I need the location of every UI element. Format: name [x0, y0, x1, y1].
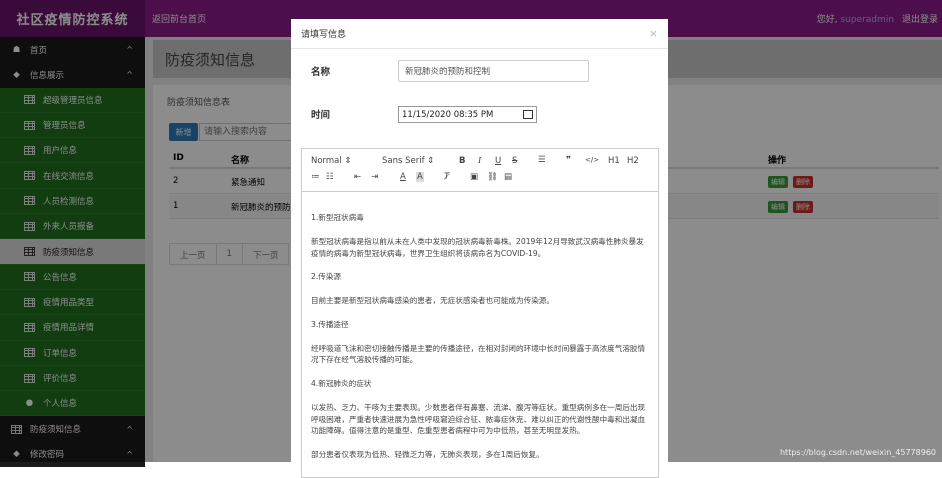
- format-select[interactable]: Normal ⇕: [311, 156, 352, 166]
- text-color-icon[interactable]: A: [400, 172, 406, 182]
- outdent-icon[interactable]: ⇤: [354, 172, 361, 182]
- close-icon[interactable]: ×: [649, 27, 658, 40]
- paragraph: 部分患者仅表现为低热、轻微乏力等，无肺炎表现，多在1周后恢复。: [311, 449, 649, 461]
- bullet-list-icon[interactable]: ☷: [326, 172, 334, 182]
- paragraph: 新型冠状病毒是指以前从未在人类中发现的冠状病毒新毒株。2019年12月导致武汉病…: [311, 236, 649, 260]
- watermark: https://blog.csdn.net/weixin_45778960: [780, 448, 936, 457]
- name-input[interactable]: 新冠肺炎的预防和控制: [398, 60, 589, 82]
- paragraph: 目前主要是新型冠状病毒感染的患者，无症状感染者也可能成为传染源。: [311, 295, 649, 307]
- heading2-icon[interactable]: H2: [627, 156, 639, 166]
- datetime-value: 11/15/2020 08:35 PM: [402, 110, 493, 120]
- paragraph: 4.新冠肺炎的症状: [311, 378, 649, 390]
- align-icon[interactable]: ☰: [538, 155, 546, 165]
- time-label: 时间: [311, 107, 330, 121]
- font-select[interactable]: Sans Serif ⇕: [382, 156, 434, 166]
- dialog-header: 请填写信息 ×: [291, 19, 668, 49]
- ordered-list-icon[interactable]: ≔: [311, 172, 320, 182]
- background-color-icon[interactable]: A: [416, 172, 424, 182]
- indent-icon[interactable]: ⇥: [371, 172, 378, 182]
- video-icon[interactable]: ▤: [504, 172, 512, 182]
- underline-icon[interactable]: U: [495, 156, 501, 166]
- heading1-icon[interactable]: H1: [608, 156, 620, 166]
- link-icon[interactable]: ⛓: [487, 172, 498, 182]
- editor-toolbar: Normal ⇕ Sans Serif ⇕ B I U S ☰ ❞ </> H1…: [302, 149, 658, 192]
- name-label: 名称: [311, 64, 330, 78]
- edit-dialog: 请填写信息 × 名称 新冠肺炎的预防和控制 时间 11/15/2020 08:3…: [291, 19, 668, 462]
- code-icon[interactable]: </>: [585, 156, 599, 164]
- paragraph: 以发热、乏力、干咳为主要表现。少数患者伴有鼻塞、流涕、腹泻等症状。重型病例多在一…: [311, 402, 649, 437]
- paragraph: 2.传染源: [311, 271, 649, 283]
- clear-format-icon[interactable]: T̷: [444, 172, 449, 182]
- font-select-value: Sans Serif: [382, 156, 425, 166]
- image-icon[interactable]: ▣: [470, 172, 478, 182]
- bold-icon[interactable]: B: [459, 156, 465, 166]
- italic-icon[interactable]: I: [478, 156, 481, 166]
- dialog-title: 请填写信息: [301, 27, 346, 40]
- paragraph: 3.传播途径: [311, 319, 649, 331]
- datetime-input[interactable]: 11/15/2020 08:35 PM: [398, 106, 537, 123]
- calendar-icon[interactable]: [523, 110, 533, 119]
- format-select-value: Normal: [311, 156, 342, 166]
- paragraph: 经呼吸道飞沫和密切接触传播是主要的传播途径，在相对封闭的环境中长时间暴露于高浓度…: [311, 343, 649, 367]
- strikethrough-icon[interactable]: S: [512, 156, 517, 166]
- blockquote-icon[interactable]: ❞: [566, 155, 571, 165]
- paragraph: 1.新型冠状病毒: [311, 212, 649, 224]
- editor-content[interactable]: 1.新型冠状病毒 新型冠状病毒是指以前从未在人类中发现的冠状病毒新毒株。2019…: [302, 192, 658, 467]
- rich-text-editor: Normal ⇕ Sans Serif ⇕ B I U S ☰ ❞ </> H1…: [301, 148, 659, 478]
